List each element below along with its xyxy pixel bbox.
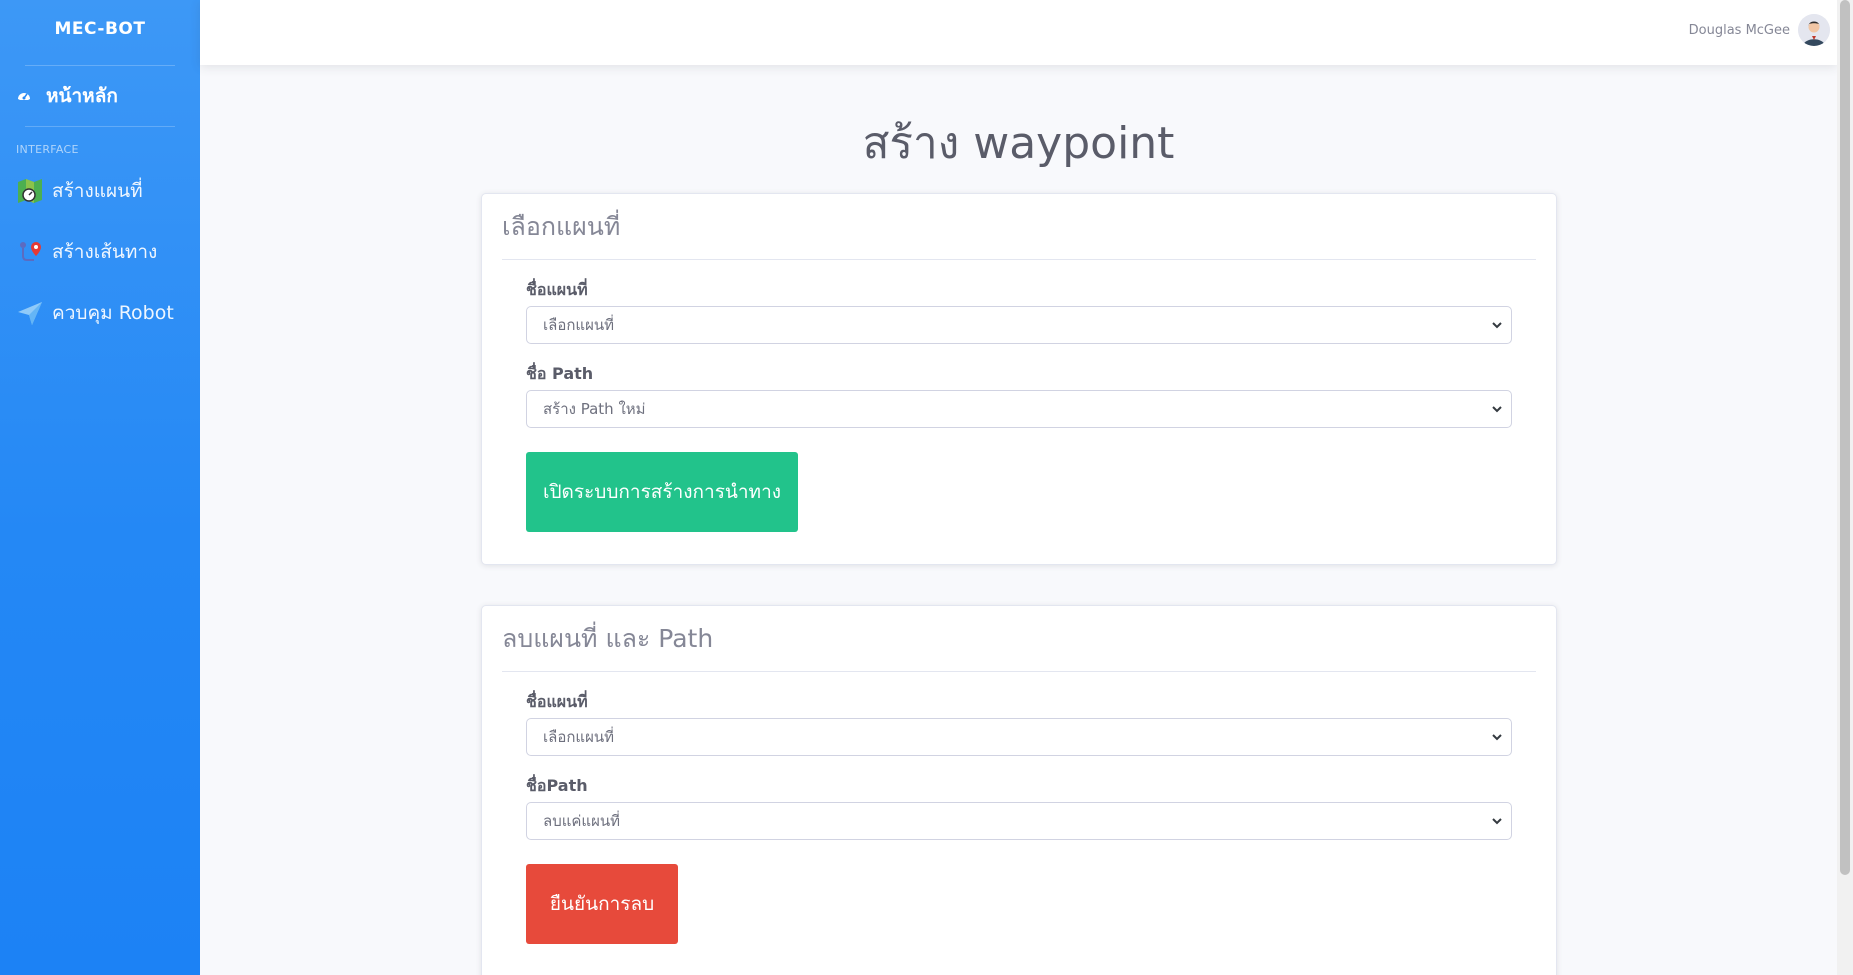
delete-map-select[interactable]: เลือกแผนที่ xyxy=(526,718,1512,756)
sidebar-item-label: หน้าหลัก xyxy=(46,85,118,107)
page-title: สร้าง waypoint xyxy=(862,118,1175,169)
path-name-label: ชื่อPath xyxy=(526,776,588,795)
user-avatar-icon xyxy=(1798,14,1830,46)
path-select-value: สร้าง Path ใหม่ xyxy=(543,400,646,418)
map-select-value: เลือกแผนที่ xyxy=(543,316,615,334)
delete-path-select[interactable]: ลบแค่แผนที่ xyxy=(526,802,1512,840)
user-name: Douglas McGee xyxy=(1688,22,1790,38)
path-name-label: ชื่อ Path xyxy=(526,364,594,383)
card-body: ชื่อแผนที่ เลือกแผนที่ ชื่อPath ลบแค่แผน… xyxy=(482,690,1556,944)
sidebar-item-create-map[interactable]: สร้างแผนที่ xyxy=(0,160,200,221)
scrollbar-thumb[interactable] xyxy=(1840,0,1850,875)
map-name-label: ชื่อแผนที่ xyxy=(526,280,588,299)
sidebar: MEC-BOT หน้าหลัก INTERFACE สร้างแผนที่ ส… xyxy=(0,0,200,975)
sidebar-section-heading: INTERFACE xyxy=(16,143,79,156)
topbar: Douglas McGee xyxy=(200,0,1837,65)
sidebar-item-home[interactable]: หน้าหลัก xyxy=(0,66,200,126)
map-name-label: ชื่อแผนที่ xyxy=(526,692,588,711)
chevron-down-icon xyxy=(1492,406,1502,413)
confirm-delete-button[interactable]: ยืนยันการลบ xyxy=(526,864,678,944)
card-body: ชื่อแผนที่ เลือกแผนที่ ชื่อ Path สร้าง P… xyxy=(482,278,1556,532)
map-select[interactable]: เลือกแผนที่ xyxy=(526,306,1512,344)
path-select[interactable]: สร้าง Path ใหม่ xyxy=(526,390,1512,428)
sidebar-item-create-route[interactable]: สร้างเส้นทาง xyxy=(0,221,200,282)
map-icon xyxy=(18,178,42,203)
sidebar-item-label: สร้างเส้นทาง xyxy=(52,240,158,263)
user-menu[interactable]: Douglas McGee xyxy=(1689,14,1830,46)
card-header: ลบแผนที่ และ Path xyxy=(502,606,1536,672)
sidebar-item-robot-control[interactable]: ควบคุม Robot xyxy=(0,282,200,343)
route-icon xyxy=(20,241,41,261)
sidebar-item-label: สร้างแผนที่ xyxy=(52,179,143,202)
path-select-value: ลบแค่แผนที่ xyxy=(543,812,621,830)
dashboard-icon xyxy=(18,93,30,100)
chevron-down-icon xyxy=(1492,818,1502,825)
card-header: เลือกแผนที่ xyxy=(502,194,1536,260)
brand-logo[interactable]: MEC-BOT xyxy=(0,0,200,58)
delete-map-card: ลบแผนที่ และ Path ชื่อแผนที่ เลือกแผนที่… xyxy=(481,605,1557,975)
paper-plane-icon xyxy=(18,301,42,325)
chevron-down-icon xyxy=(1492,322,1502,329)
sidebar-item-label: ควบคุม Robot xyxy=(52,301,174,324)
select-map-card: เลือกแผนที่ ชื่อแผนที่ เลือกแผนที่ ชื่อ … xyxy=(481,193,1557,565)
avatar[interactable] xyxy=(1798,14,1830,46)
chevron-down-icon xyxy=(1492,734,1502,741)
map-select-value: เลือกแผนที่ xyxy=(543,728,615,746)
open-navigation-builder-button[interactable]: เปิดระบบการสร้างการนำทาง xyxy=(526,452,798,532)
scrollbar-track[interactable] xyxy=(1837,0,1853,975)
